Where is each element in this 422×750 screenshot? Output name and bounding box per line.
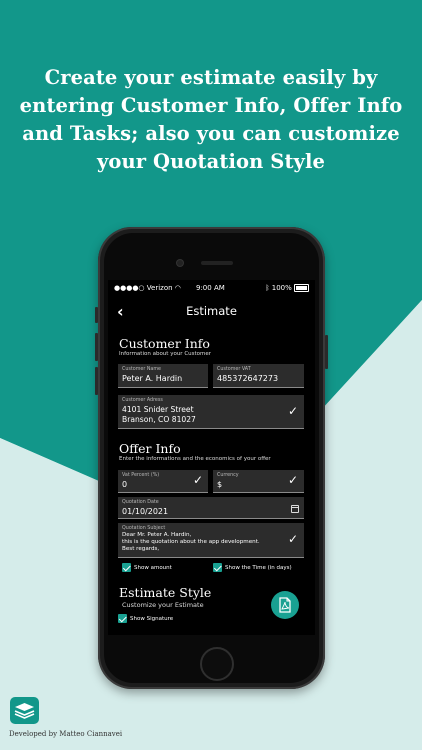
customer-address-field[interactable]: Customer Adress 4101 Snider Street Brans… <box>118 395 304 429</box>
show-signature-label: Show Signature <box>130 616 174 622</box>
quotation-subject-line1: Dear Mr. Peter A. Hardin, <box>122 532 192 538</box>
offer-info-subtitle: Enter the informations and the economics… <box>119 456 271 462</box>
wifi-icon: ◠ <box>174 284 181 292</box>
vat-percent-field[interactable]: Vat Percent (%) 0 ✓ <box>118 470 208 493</box>
customer-vat-value: 485372647273 <box>217 374 279 383</box>
customer-address-line2: Branson, CO 81027 <box>122 415 196 424</box>
quotation-subject-line2: this is the quotation about the app deve… <box>122 539 260 545</box>
status-bar: ●●●●○ Verizon ◠ 9:00 AM ᛒ 100% <box>108 280 315 296</box>
checkmark-icon[interactable]: ✓ <box>288 532 298 546</box>
vat-percent-value: 0 <box>122 480 128 489</box>
estimate-style-title: Estimate Style <box>119 585 212 600</box>
checkmark-icon[interactable]: ✓ <box>193 473 203 487</box>
customer-address-line1: 4101 Snider Street <box>122 405 194 414</box>
show-signature-row[interactable]: Show Signature <box>118 614 173 623</box>
quotation-subject-label: Quotation Subject <box>122 526 166 531</box>
quotation-subject-field[interactable]: Quotation Subject Dear Mr. Peter A. Hard… <box>118 523 304 558</box>
customer-address-label: Customer Adress <box>122 398 163 403</box>
checkmark-icon[interactable]: ✓ <box>288 404 298 418</box>
nav-title: Estimate <box>186 304 237 318</box>
status-left: ●●●●○ Verizon ◠ <box>114 284 181 292</box>
show-amount-checkbox[interactable] <box>122 563 131 572</box>
calendar-icon[interactable] <box>291 505 299 513</box>
quotation-date-field[interactable]: Quotation Date 01/10/2021 <box>118 497 304 519</box>
battery-percent: 100% <box>271 284 292 292</box>
developer-credit: Developed by Matteo Ciannavei <box>9 730 123 738</box>
customer-name-label: Customer Name <box>122 367 161 372</box>
status-right: ᛒ 100% <box>265 284 309 292</box>
customer-vat-label: Customer VAT <box>217 367 251 372</box>
show-time-checkbox[interactable] <box>213 563 222 572</box>
quotation-subject-line3: Best regards, <box>122 546 160 552</box>
vat-percent-label: Vat Percent (%) <box>122 473 160 478</box>
customer-name-field[interactable]: Customer Name Peter A. Hardin <box>118 364 208 388</box>
app-screen: ●●●●○ Verizon ◠ 9:00 AM ᛒ 100% ‹ Estimat… <box>108 280 315 635</box>
pdf-export-button[interactable] <box>271 591 299 619</box>
offer-info-title: Offer Info <box>119 441 181 456</box>
customer-info-title: Customer Info <box>119 336 210 351</box>
carrier-label: Verizon <box>146 284 173 292</box>
volume-down-button <box>95 367 98 395</box>
customer-vat-field[interactable]: Customer VAT 485372647273 <box>213 364 304 388</box>
battery-icon <box>294 284 309 292</box>
estimate-style-subtitle: Customize your Estimate <box>122 601 204 609</box>
quotation-date-label: Quotation Date <box>122 500 159 505</box>
customer-name-value: Peter A. Hardin <box>122 374 183 383</box>
power-button <box>325 335 328 369</box>
quotation-date-value: 01/10/2021 <box>122 507 169 516</box>
bluetooth-icon: ᛒ <box>265 284 270 292</box>
volume-up-button <box>95 333 98 361</box>
home-button[interactable] <box>200 647 234 681</box>
app-logo-icon <box>10 697 39 724</box>
show-amount-row[interactable]: Show amount <box>122 563 172 572</box>
show-time-row[interactable]: Show the Time (in days) <box>213 563 292 572</box>
show-amount-label: Show amount <box>134 565 172 571</box>
pdf-file-icon <box>279 597 291 613</box>
status-time: 9:00 AM <box>196 284 225 292</box>
headline: Create your estimate easily by entering … <box>19 66 403 173</box>
camera-icon <box>177 260 183 266</box>
mute-switch <box>95 307 98 323</box>
customer-info-subtitle: Information about your Customer <box>119 351 212 357</box>
show-time-label: Show the Time (in days) <box>225 565 292 571</box>
speaker-grille <box>201 261 233 265</box>
checkmark-icon[interactable]: ✓ <box>288 473 298 487</box>
currency-field[interactable]: Currency $ ✓ <box>213 470 304 493</box>
signal-icon: ●●●●○ <box>114 284 145 292</box>
nav-bar: ‹ Estimate <box>108 298 315 322</box>
currency-label: Currency <box>217 473 239 478</box>
stacked-layers-icon <box>14 703 35 719</box>
show-signature-checkbox[interactable] <box>118 614 127 623</box>
currency-value: $ <box>217 480 223 489</box>
